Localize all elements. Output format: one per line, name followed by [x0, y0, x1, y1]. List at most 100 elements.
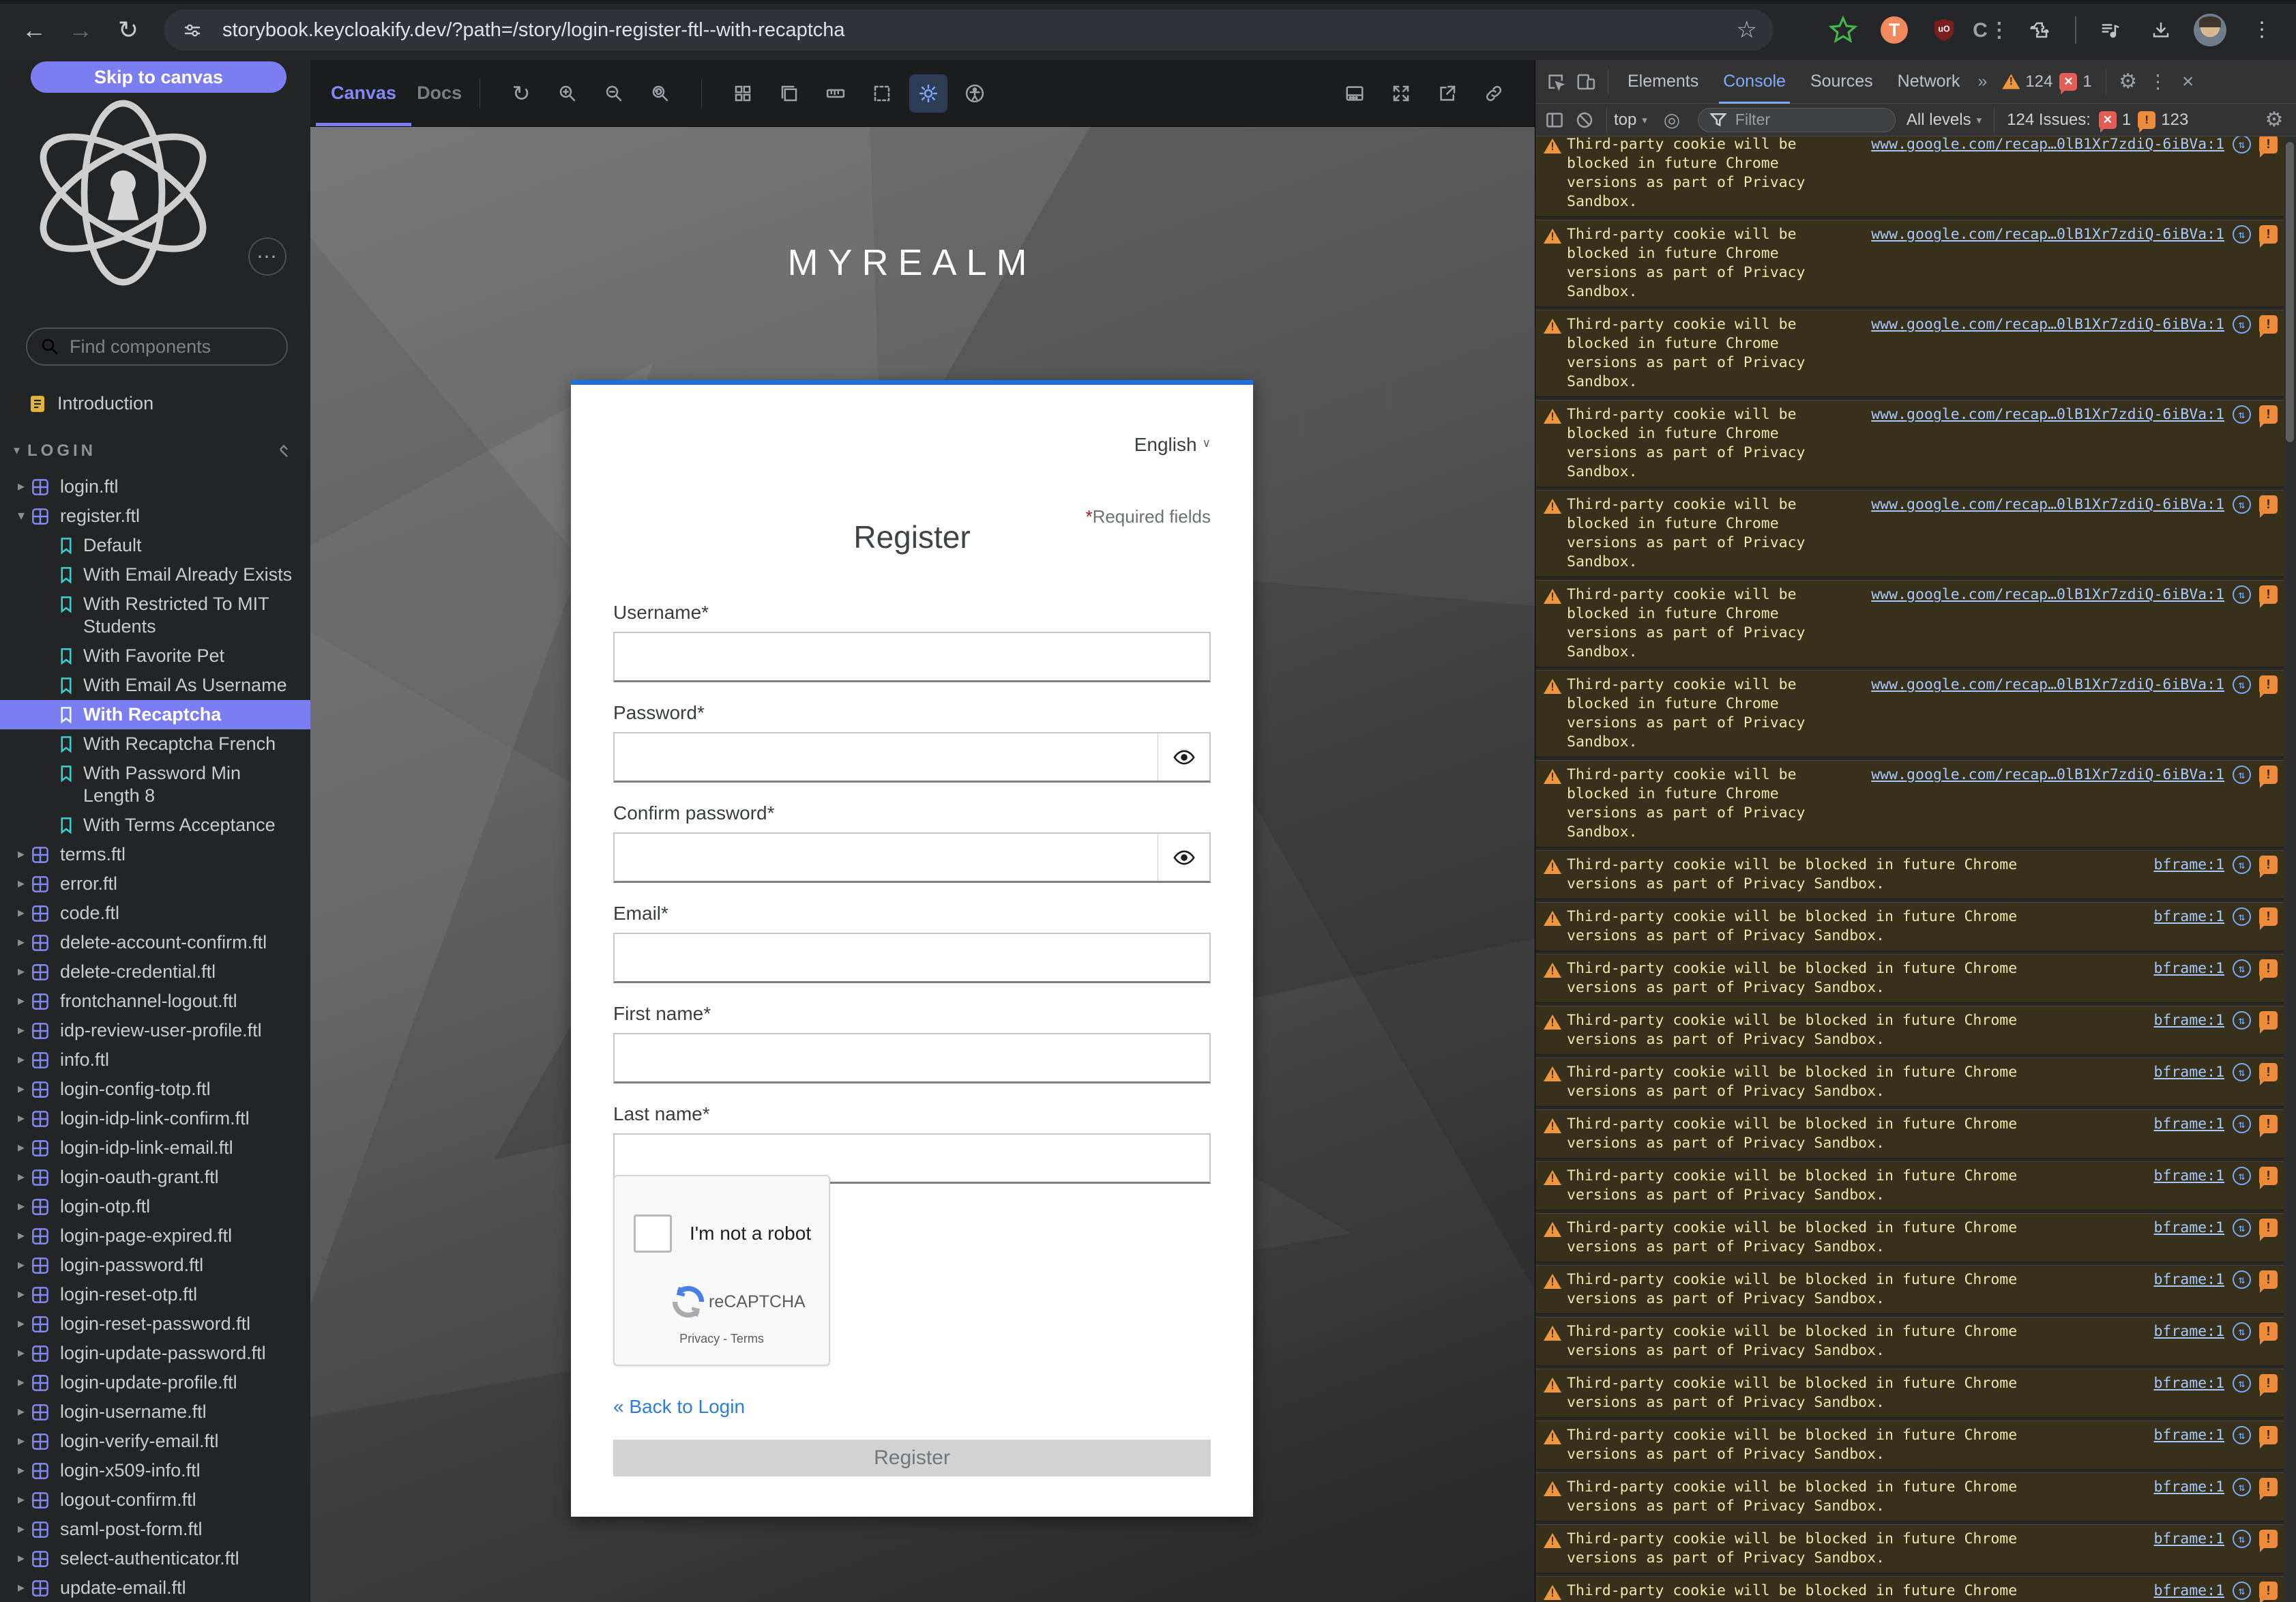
issue-badge-icon[interactable]: !	[2259, 405, 2278, 424]
issue-badge-icon[interactable]: !	[2259, 315, 2278, 334]
measure-icon[interactable]	[816, 74, 855, 113]
show-password-icon[interactable]	[1158, 733, 1209, 781]
reload-icon[interactable]: ↻	[111, 12, 146, 48]
recaptcha-privacy-terms[interactable]: Privacy - Terms	[615, 1332, 829, 1346]
issue-badge-icon[interactable]: !	[2259, 907, 2278, 926]
sidebar-component-login-oauth-grant-ftl[interactable]: ▸login-oauth-grant.ftl	[0, 1163, 310, 1192]
issue-badge-icon[interactable]: !	[2259, 959, 2278, 978]
sidebar-component-saml-post-form-ftl[interactable]: ▸saml-post-form.ftl	[0, 1515, 310, 1544]
sidebar-component-select-authenticator-ftl[interactable]: ▸select-authenticator.ftl	[0, 1544, 310, 1573]
issue-badge-icon[interactable]: !	[2259, 1219, 2278, 1237]
source-link[interactable]: bframe:1	[2153, 1323, 2224, 1340]
sidebar-component-logout-confirm-ftl[interactable]: ▸logout-confirm.ftl	[0, 1485, 310, 1515]
forward-icon[interactable]: →	[63, 12, 98, 48]
cookie-arrows-icon[interactable]: ⇅	[2233, 1374, 2251, 1393]
sidebar-component-info-ftl[interactable]: ▸info.ftl	[0, 1045, 310, 1075]
cookie-arrows-icon[interactable]: ⇅	[2233, 907, 2251, 926]
fullscreen-icon[interactable]	[1382, 74, 1420, 113]
sidebar-component-login-password-ftl[interactable]: ▸login-password.ftl	[0, 1251, 310, 1280]
issue-badge-icon[interactable]: !	[2259, 1530, 2278, 1548]
source-link[interactable]: bframe:1	[2153, 908, 2224, 925]
first-name-input[interactable]	[613, 1033, 1211, 1083]
site-settings-icon[interactable]	[180, 18, 205, 42]
tab-elements[interactable]: Elements	[1615, 60, 1711, 104]
sidebar-component-error-ftl[interactable]: ▸error.ftl	[0, 869, 310, 899]
settings-gear-icon[interactable]: ⚙	[2113, 67, 2143, 97]
download-icon[interactable]	[2146, 15, 2176, 45]
search-box[interactable]: /	[26, 327, 288, 366]
source-link[interactable]: www.google.com/recap…0lB1Xr7zdiQ-6iBVa:1	[1871, 676, 2224, 693]
sidebar-component-login-config-totp-ftl[interactable]: ▸login-config-totp.ftl	[0, 1075, 310, 1104]
accessibility-icon[interactable]	[956, 74, 994, 113]
sidebar-component-login-idp-link-email-ftl[interactable]: ▸login-idp-link-email.ftl	[0, 1133, 310, 1163]
issue-badge-icon[interactable]: !	[2259, 1011, 2278, 1030]
grid-icon[interactable]	[724, 74, 762, 113]
sidebar-component-login-reset-password-ftl[interactable]: ▸login-reset-password.ftl	[0, 1309, 310, 1339]
source-link[interactable]: www.google.com/recap…0lB1Xr7zdiQ-6iBVa:1	[1871, 586, 2224, 603]
sidebar-story-with-recaptcha[interactable]: With Recaptcha	[0, 700, 310, 729]
open-external-icon[interactable]	[1428, 74, 1467, 113]
sidebar-component-code-ftl[interactable]: ▸code.ftl	[0, 899, 310, 928]
close-devtools-icon[interactable]: ×	[2173, 67, 2203, 97]
tab-network[interactable]: Network	[1885, 60, 1973, 104]
sidebar-component-login-ftl[interactable]: ▸login.ftl	[0, 472, 310, 501]
username-field[interactable]	[615, 633, 1209, 680]
cookie-arrows-icon[interactable]: ⇅	[2233, 1582, 2251, 1600]
issue-badge-icon[interactable]: !	[2259, 1582, 2278, 1600]
sidebar-section-login[interactable]: ▾LOGIN	[0, 436, 310, 465]
addon-panel-icon[interactable]	[1336, 74, 1374, 113]
cookie-arrows-icon[interactable]: ⇅	[2233, 1530, 2251, 1548]
console-filter-box[interactable]	[1698, 108, 1896, 132]
device-toolbar-icon[interactable]	[1571, 67, 1601, 97]
tab-docs[interactable]: Docs	[417, 83, 462, 104]
media-controls-icon[interactable]	[2095, 15, 2125, 45]
zoom-in-icon[interactable]	[548, 74, 587, 113]
source-link[interactable]: bframe:1	[2153, 960, 2224, 977]
sidebar-component-frontchannel-logout-ftl[interactable]: ▸frontchannel-logout.ftl	[0, 987, 310, 1016]
cookie-arrows-icon[interactable]: ⇅	[2233, 495, 2251, 514]
sidebar-story-with-recaptcha-french[interactable]: With Recaptcha French	[0, 729, 310, 759]
sidebar-story-with-password-min-length-8[interactable]: With Password Min Length 8	[0, 759, 310, 811]
password-input[interactable]	[613, 732, 1211, 783]
email-input[interactable]	[613, 933, 1211, 983]
sidebar-story-with-restricted-to-mit-students[interactable]: With Restricted To MIT Students	[0, 589, 310, 641]
confirm-password-input[interactable]	[613, 832, 1211, 883]
cookie-arrows-icon[interactable]: ⇅	[2233, 1478, 2251, 1496]
zoom-reset-icon[interactable]	[641, 74, 679, 113]
cookie-arrows-icon[interactable]: ⇅	[2233, 675, 2251, 694]
register-submit-button[interactable]: Register	[613, 1440, 1211, 1476]
outline-icon[interactable]	[863, 74, 901, 113]
cookie-arrows-icon[interactable]: ⇅	[2233, 136, 2251, 154]
email-field[interactable]	[615, 934, 1209, 981]
scrollbar-thumb[interactable]	[2286, 142, 2294, 442]
issue-badge-icon[interactable]: !	[2259, 1478, 2278, 1496]
address-bar[interactable]: storybook.keycloakify.dev/?path=/story/l…	[164, 10, 1773, 50]
cookie-arrows-icon[interactable]: ⇅	[2233, 315, 2251, 334]
theme-sun-icon[interactable]	[909, 74, 947, 113]
zoom-out-icon[interactable]	[595, 74, 633, 113]
source-link[interactable]: www.google.com/recap…0lB1Xr7zdiQ-6iBVa:1	[1871, 226, 2224, 243]
sidebar-component-delete-account-confirm-ftl[interactable]: ▸delete-account-confirm.ftl	[0, 928, 310, 957]
cookie-arrows-icon[interactable]: ⇅	[2233, 1219, 2251, 1237]
issue-badge-icon[interactable]: !	[2259, 766, 2278, 784]
cookie-arrows-icon[interactable]: ⇅	[2233, 959, 2251, 978]
more-tabs-icon[interactable]: »	[1972, 60, 1992, 104]
sidebar-component-terms-ftl[interactable]: ▸terms.ftl	[0, 840, 310, 869]
url-text[interactable]: storybook.keycloakify.dev/?path=/story/l…	[222, 19, 1737, 42]
source-link[interactable]: bframe:1	[2153, 1582, 2224, 1599]
source-link[interactable]: bframe:1	[2153, 1271, 2224, 1288]
search-input[interactable]	[70, 336, 310, 358]
issue-badge-icon[interactable]: !	[2259, 1426, 2278, 1444]
source-link[interactable]: bframe:1	[2153, 1375, 2224, 1392]
tampermonkey-extension-icon[interactable]: T	[1879, 15, 1909, 45]
show-password-icon[interactable]	[1158, 834, 1209, 881]
cookie-arrows-icon[interactable]: ⇅	[2233, 225, 2251, 244]
remount-icon[interactable]: ↻	[502, 74, 540, 113]
backgrounds-icon[interactable]	[770, 74, 808, 113]
cookie-arrows-icon[interactable]: ⇅	[2233, 1322, 2251, 1341]
sidebar-component-idp-review-user-profile-ftl[interactable]: ▸idp-review-user-profile.ftl	[0, 1016, 310, 1045]
tab-canvas[interactable]: Canvas	[331, 83, 396, 104]
sidebar-story-with-terms-acceptance[interactable]: With Terms Acceptance	[0, 811, 310, 840]
source-link[interactable]: bframe:1	[2153, 1479, 2224, 1496]
back-icon[interactable]: ←	[16, 12, 52, 48]
